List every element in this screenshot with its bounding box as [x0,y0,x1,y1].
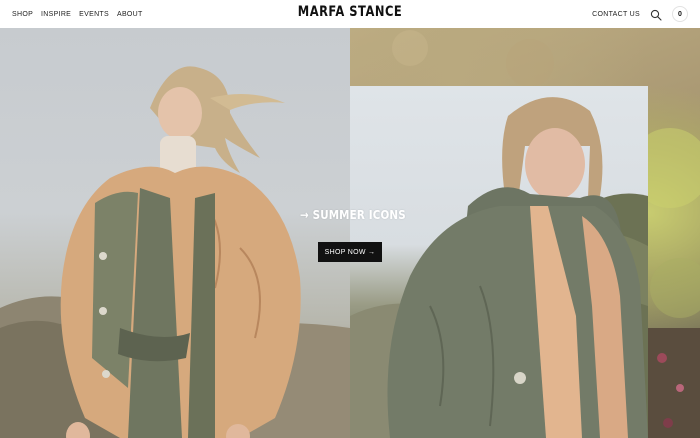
hero-title[interactable]: → SUMMER ICONS [300,208,406,222]
site-header: SHOP INSPIRE EVENTS ABOUT MARFA STANCE C… [0,0,700,28]
cart-count-badge[interactable]: 0 [672,6,688,22]
hero-image-left[interactable] [0,28,350,438]
hero-image-right[interactable] [350,86,648,438]
contact-us-link[interactable]: CONTACT US [592,11,640,18]
model-right-illustration [350,97,648,438]
header-actions: CONTACT US 0 [592,0,688,28]
brand-logo[interactable]: MARFA STANCE [63,4,637,20]
hero-banner: → SUMMER ICONS SHOP NOW → [0,28,700,438]
nav-link-shop[interactable]: SHOP [12,11,33,18]
model-left-illustration [0,66,350,438]
shop-now-button[interactable]: SHOP NOW → [318,242,382,262]
search-icon[interactable] [650,8,662,21]
